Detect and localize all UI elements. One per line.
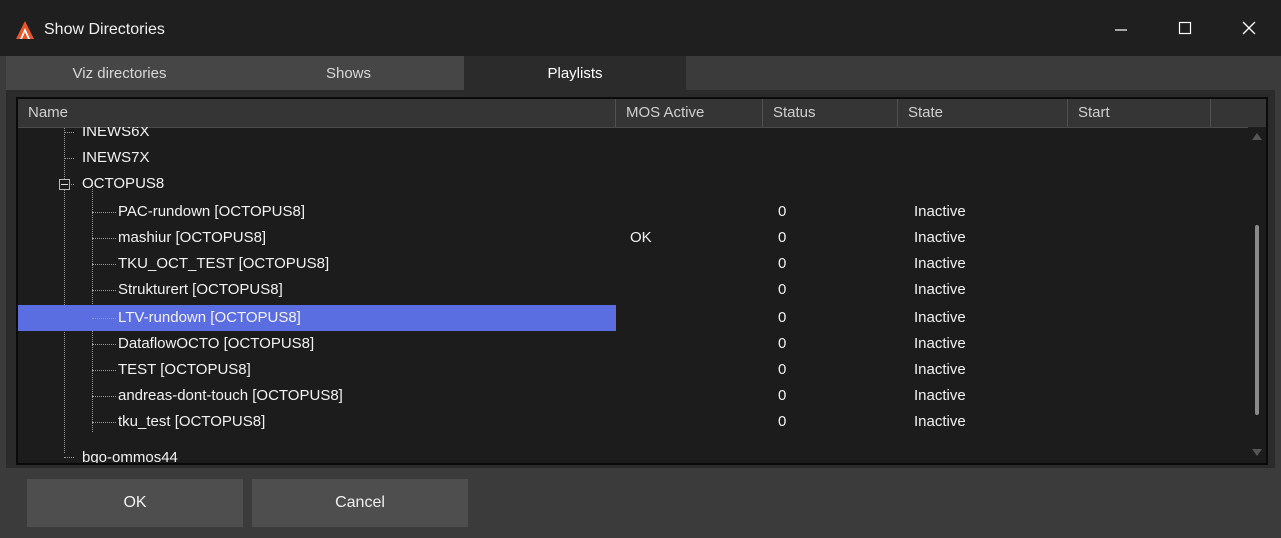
- row-name: PAC-rundown [OCTOPUS8]: [118, 203, 306, 220]
- row-status: 0: [778, 281, 787, 298]
- vizrt-logo-icon: [16, 21, 34, 39]
- tree-row[interactable]: andreas-dont-touch [OCTOPUS8] 0 Inactive: [18, 383, 1248, 409]
- tree-row[interactable]: OCTOPUS8: [18, 171, 1248, 197]
- ok-button[interactable]: OK: [27, 479, 243, 527]
- tree-row[interactable]: INEWS6X: [18, 127, 1248, 145]
- row-name: andreas-dont-touch [OCTOPUS8]: [118, 387, 343, 404]
- row-state: Inactive: [914, 387, 966, 404]
- row-name: OCTOPUS8: [82, 175, 165, 192]
- tree-row[interactable]: bgo-ommos44: [18, 445, 1248, 463]
- column-header-mos-active[interactable]: MOS Active: [616, 99, 763, 127]
- close-icon: [1242, 21, 1256, 35]
- tree-row-selected[interactable]: LTV-rundown [OCTOPUS8] 0 Inactive: [18, 305, 1248, 331]
- row-status: 0: [778, 361, 787, 378]
- tree-row[interactable]: TEST [OCTOPUS8] 0 Inactive: [18, 357, 1248, 383]
- tab-viz-directories[interactable]: Viz directories: [6, 56, 233, 90]
- row-name: INEWS7X: [82, 149, 150, 166]
- tree-row[interactable]: DataflowOCTO [OCTOPUS8] 0 Inactive: [18, 331, 1248, 357]
- column-header-start[interactable]: Start: [1068, 99, 1211, 127]
- window-title: Show Directories: [44, 21, 165, 38]
- row-name: DataflowOCTO [OCTOPUS8]: [118, 335, 315, 352]
- maximize-button[interactable]: [1153, 0, 1217, 56]
- tab-bar-empty: [686, 56, 1275, 90]
- maximize-icon: [1178, 21, 1192, 35]
- row-state: Inactive: [914, 309, 966, 326]
- playlist-tree[interactable]: Name MOS Active Status State Start INEWS…: [16, 97, 1268, 465]
- tree-branch: [92, 212, 116, 213]
- row-status: 0: [778, 387, 787, 404]
- tree-branch: [92, 238, 116, 239]
- close-button[interactable]: [1217, 0, 1281, 56]
- row-name: LTV-rundown [OCTOPUS8]: [118, 309, 301, 326]
- tree-branch: [92, 370, 116, 371]
- tree-branch: [92, 344, 116, 345]
- row-status: 0: [778, 335, 787, 352]
- tree-row[interactable]: mashiur [OCTOPUS8] OK 0 Inactive: [18, 225, 1248, 251]
- row-status: 0: [778, 203, 787, 220]
- row-state: Inactive: [914, 255, 966, 272]
- row-state: Inactive: [914, 413, 966, 430]
- tree-row[interactable]: TKU_OCT_TEST [OCTOPUS8] 0 Inactive: [18, 251, 1248, 277]
- row-state: Inactive: [914, 335, 966, 352]
- tab-shows[interactable]: Shows: [233, 56, 464, 90]
- tree-row[interactable]: INEWS7X: [18, 145, 1248, 171]
- row-name: Strukturert [OCTOPUS8]: [118, 281, 283, 298]
- minimize-button[interactable]: [1089, 0, 1153, 56]
- tree-rows: INEWS6X INEWS7X OCTOPUS8 PAC-rundown [OC…: [18, 127, 1248, 463]
- scroll-down-icon[interactable]: [1252, 449, 1262, 456]
- tree-branch: [92, 396, 116, 397]
- row-state: Inactive: [914, 361, 966, 378]
- row-name: tku_test [OCTOPUS8]: [118, 413, 266, 430]
- tree-row[interactable]: PAC-rundown [OCTOPUS8] 0 Inactive: [18, 199, 1248, 225]
- row-state: Inactive: [914, 229, 966, 246]
- column-header-filler: [1211, 99, 1266, 127]
- row-name: TKU_OCT_TEST [OCTOPUS8]: [118, 255, 330, 272]
- column-header-name[interactable]: Name: [18, 99, 616, 127]
- tab-bar: Viz directories Shows Playlists: [6, 56, 1275, 90]
- row-mos-active: OK: [630, 229, 652, 246]
- vertical-scrollbar[interactable]: [1248, 127, 1266, 463]
- row-name: INEWS6X: [82, 127, 150, 140]
- row-status: 0: [778, 229, 787, 246]
- tab-playlists[interactable]: Playlists: [464, 56, 686, 90]
- row-name: mashiur [OCTOPUS8]: [118, 229, 267, 246]
- row-status: 0: [778, 413, 787, 430]
- tree-branch: [92, 318, 116, 319]
- title-bar[interactable]: Show Directories: [0, 0, 1281, 56]
- cancel-button[interactable]: Cancel: [252, 479, 468, 527]
- scrollbar-thumb[interactable]: [1255, 225, 1259, 415]
- row-name: bgo-ommos44: [82, 449, 178, 463]
- row-state: Inactive: [914, 281, 966, 298]
- row-state: Inactive: [914, 203, 966, 220]
- row-name: TEST [OCTOPUS8]: [118, 361, 251, 378]
- scroll-up-icon[interactable]: [1252, 133, 1262, 140]
- tree-branch: [92, 264, 116, 265]
- row-status: 0: [778, 309, 787, 326]
- row-status: 0: [778, 255, 787, 272]
- tree-row[interactable]: tku_test [OCTOPUS8] 0 Inactive: [18, 409, 1248, 435]
- minimize-icon: [1115, 29, 1127, 31]
- tree-header: Name MOS Active Status State Start: [18, 99, 1266, 128]
- tree-branch: [92, 422, 116, 423]
- tree-branch: [92, 290, 116, 291]
- show-directories-dialog: Show Directories Viz directories Shows P…: [0, 0, 1281, 538]
- tree-row[interactable]: Strukturert [OCTOPUS8] 0 Inactive: [18, 277, 1248, 303]
- column-header-status[interactable]: Status: [763, 99, 898, 127]
- column-header-state[interactable]: State: [898, 99, 1068, 127]
